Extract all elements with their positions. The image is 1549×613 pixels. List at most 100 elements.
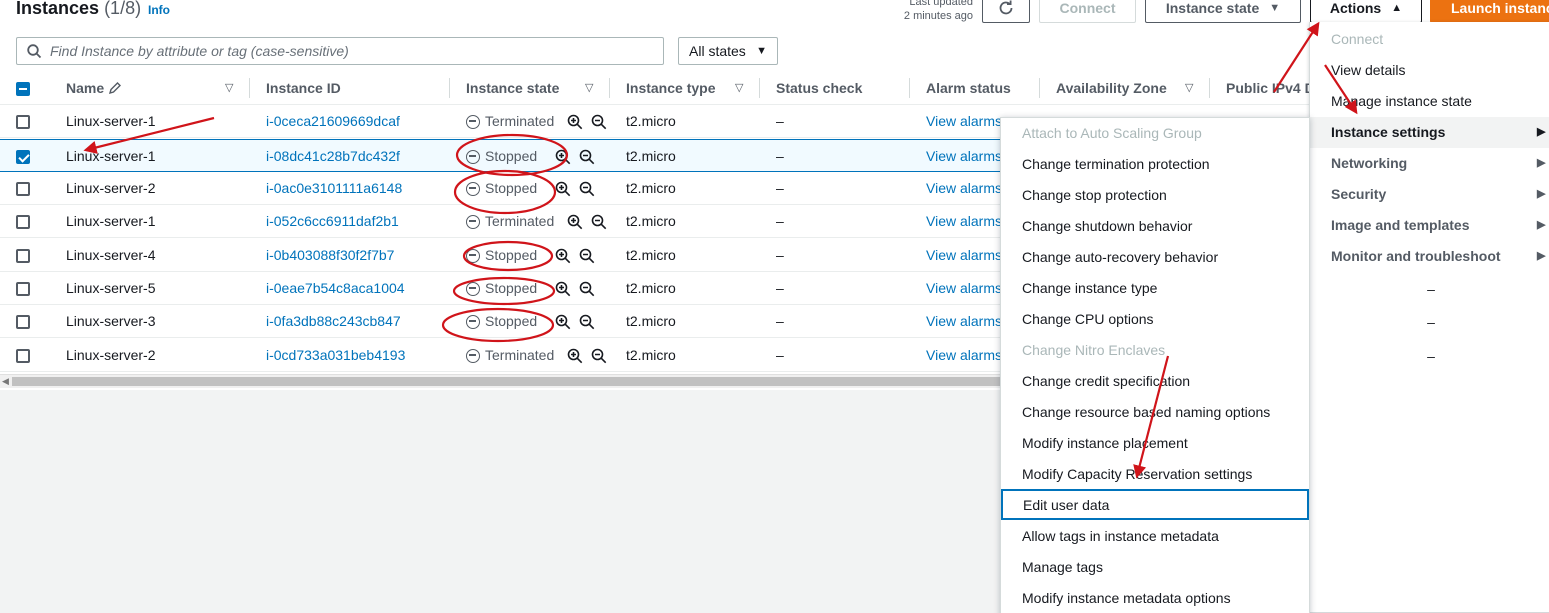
menu-item-image-and-templates[interactable]: Image and templates ▶ xyxy=(1331,210,1549,241)
view-alarms-link[interactable]: View alarms xyxy=(926,339,1002,372)
scroll-left-icon[interactable]: ◀ xyxy=(2,376,9,387)
row-checkbox[interactable] xyxy=(16,249,30,263)
zoom-in-icon[interactable] xyxy=(567,114,583,130)
instance-id-link[interactable]: i-0eae7b54c8aca1004 xyxy=(266,272,405,305)
instance-id-link[interactable]: i-0b403088f30f2f7b7 xyxy=(266,239,394,272)
sort-caret-icon[interactable]: ▽ xyxy=(225,72,233,105)
instance-state: Terminated xyxy=(466,339,554,372)
submenu-item-shutdown-behavior[interactable]: Change shutdown behavior xyxy=(1022,211,1302,242)
search-input[interactable] xyxy=(50,43,650,59)
zoom-out-icon[interactable] xyxy=(579,314,595,330)
submenu-item-stop-protection[interactable]: Change stop protection xyxy=(1022,180,1302,211)
submenu-item-edit-user-data[interactable]: Edit user data xyxy=(1001,489,1309,520)
menu-item-monitor-and-troubleshoot[interactable]: Monitor and troubleshoot ▶ xyxy=(1331,241,1549,272)
view-alarms-link[interactable]: View alarms xyxy=(926,105,1002,138)
connect-label: Connect xyxy=(1059,0,1116,16)
column-header-status-check[interactable]: Status check xyxy=(776,72,862,105)
submenu-item-instance-type[interactable]: Change instance type xyxy=(1022,273,1302,304)
search-box[interactable] xyxy=(16,37,664,65)
sort-caret-icon[interactable]: ▽ xyxy=(585,72,593,105)
zoom-out-icon[interactable] xyxy=(591,348,607,364)
column-header-instance-state[interactable]: Instance state xyxy=(466,72,559,105)
zoom-in-icon[interactable] xyxy=(567,348,583,364)
zoom-in-icon[interactable] xyxy=(555,314,571,330)
row-checkbox[interactable] xyxy=(16,282,30,296)
stopped-icon xyxy=(466,281,480,296)
submenu-item-nitro-enclaves[interactable]: Change Nitro Enclaves xyxy=(1022,335,1302,366)
instance-id-link[interactable]: i-08dc41c28b7dc432f xyxy=(266,140,400,173)
instance-id-link[interactable]: i-0fa3db88c243cb847 xyxy=(266,305,401,338)
instance-state-label: Instance state xyxy=(1165,0,1260,16)
zoom-out-icon[interactable] xyxy=(579,181,595,197)
row-checkbox[interactable] xyxy=(16,315,30,329)
instance-id-link[interactable]: i-052c6cc6911daf2b1 xyxy=(266,205,399,238)
submenu-item-manage-tags[interactable]: Manage tags xyxy=(1022,552,1302,583)
submenu-item-credit-specification[interactable]: Change credit specification xyxy=(1022,366,1302,397)
instance-name: Linux-server-5 xyxy=(66,280,156,296)
column-header-availability-zone[interactable]: Availability Zone xyxy=(1056,72,1167,105)
status-check: – xyxy=(776,180,784,196)
instance-id-link[interactable]: i-0ac0e3101111a6148 xyxy=(266,172,402,205)
menu-item-networking[interactable]: Networking ▶ xyxy=(1331,148,1549,179)
instance-type: t2.micro xyxy=(626,347,676,363)
zoom-in-icon[interactable] xyxy=(567,214,583,230)
column-header-name[interactable]: Name xyxy=(66,72,122,105)
state-filter-select[interactable]: All states ▼ xyxy=(678,37,778,65)
row-checkbox[interactable] xyxy=(16,150,30,164)
zoom-out-icon[interactable] xyxy=(591,114,607,130)
submenu-item-metadata-options[interactable]: Modify instance metadata options xyxy=(1022,583,1302,613)
info-link[interactable]: Info xyxy=(148,3,170,17)
view-alarms-link[interactable]: View alarms xyxy=(926,239,1002,272)
row-checkbox[interactable] xyxy=(16,182,30,196)
zoom-out-icon[interactable] xyxy=(579,149,595,165)
column-header-instance-id[interactable]: Instance ID xyxy=(266,72,341,105)
selection-count: (1/8) xyxy=(104,0,142,18)
select-all-checkbox[interactable] xyxy=(16,82,30,96)
menu-item-connect[interactable]: Connect xyxy=(1331,24,1549,55)
submenu-item-allow-tags-metadata[interactable]: Allow tags in instance metadata xyxy=(1022,521,1302,552)
column-header-instance-type[interactable]: Instance type xyxy=(626,72,715,105)
view-alarms-link[interactable]: View alarms xyxy=(926,305,1002,338)
instance-state-label: Stopped xyxy=(485,180,538,196)
menu-item-manage-instance-state[interactable]: Manage instance state xyxy=(1331,86,1549,117)
submenu-item-attach-asg[interactable]: Attach to Auto Scaling Group xyxy=(1022,118,1302,149)
instance-id-link[interactable]: i-0cd733a031beb4193 xyxy=(266,339,405,372)
refresh-button[interactable] xyxy=(982,0,1030,23)
instance-state: Stopped xyxy=(466,172,537,205)
sort-caret-icon[interactable]: ▽ xyxy=(1185,72,1193,105)
view-alarms-link[interactable]: View alarms xyxy=(926,172,1002,205)
submenu-item-instance-placement[interactable]: Modify instance placement xyxy=(1022,428,1302,459)
actions-button[interactable]: Actions ▲ xyxy=(1310,0,1422,23)
zoom-out-icon[interactable] xyxy=(591,214,607,230)
submenu-item-cpu-options[interactable]: Change CPU options xyxy=(1022,304,1302,335)
chevron-right-icon: ▶ xyxy=(1537,188,1546,200)
zoom-in-icon[interactable] xyxy=(555,281,571,297)
view-alarms-link[interactable]: View alarms xyxy=(926,205,1002,238)
zoom-out-icon[interactable] xyxy=(579,281,595,297)
row-checkbox[interactable] xyxy=(16,215,30,229)
column-divider xyxy=(759,78,760,98)
column-header-public-ipv4[interactable]: Public IPv4 D xyxy=(1226,72,1315,105)
submenu-item-resource-naming[interactable]: Change resource based naming options xyxy=(1022,397,1302,428)
instance-state-label: Stopped xyxy=(485,148,538,164)
view-alarms-link[interactable]: View alarms xyxy=(926,272,1002,305)
connect-button[interactable]: Connect xyxy=(1039,0,1136,23)
view-alarms-link[interactable]: View alarms xyxy=(926,140,1002,173)
zoom-in-icon[interactable] xyxy=(555,181,571,197)
launch-instances-button[interactable]: Launch instance xyxy=(1430,0,1549,23)
row-checkbox[interactable] xyxy=(16,349,30,363)
submenu-item-termination-protection[interactable]: Change termination protection xyxy=(1022,149,1302,180)
instance-id-link[interactable]: i-0ceca21609669dcaf xyxy=(266,105,400,138)
sort-caret-icon[interactable]: ▽ xyxy=(735,72,743,105)
submenu-item-capacity-reservation[interactable]: Modify Capacity Reservation settings xyxy=(1022,459,1302,490)
menu-item-instance-settings[interactable]: Instance settings ▶ xyxy=(1310,117,1549,148)
menu-item-security[interactable]: Security ▶ xyxy=(1331,179,1549,210)
instance-state-button[interactable]: Instance state ▼ xyxy=(1145,0,1301,23)
row-checkbox[interactable] xyxy=(16,115,30,129)
zoom-in-icon[interactable] xyxy=(555,248,571,264)
zoom-in-icon[interactable] xyxy=(555,149,571,165)
menu-item-view-details[interactable]: View details xyxy=(1331,55,1549,86)
column-header-alarm-status[interactable]: Alarm status xyxy=(926,72,1011,105)
zoom-out-icon[interactable] xyxy=(579,248,595,264)
submenu-item-auto-recovery[interactable]: Change auto-recovery behavior xyxy=(1022,242,1302,273)
